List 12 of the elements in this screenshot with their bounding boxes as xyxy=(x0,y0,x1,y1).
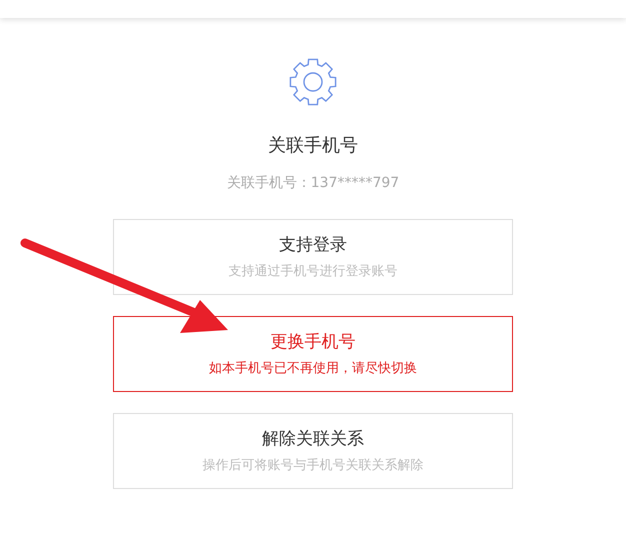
gear-icon xyxy=(287,56,339,108)
option-title: 支持登录 xyxy=(279,234,347,256)
phone-number-label: 关联手机号：137*****797 xyxy=(226,174,400,193)
page-title: 关联手机号 xyxy=(268,134,358,158)
option-card[interactable]: 支持登录 支持通过手机号进行登录账号 xyxy=(113,219,513,295)
option-title: 更换手机号 xyxy=(270,330,356,354)
option-description: 支持通过手机号进行登录账号 xyxy=(228,263,398,281)
option-card[interactable]: 更换手机号 如本手机号已不再使用，请尽快切换 xyxy=(113,316,513,392)
option-description: 如本手机号已不再使用，请尽快切换 xyxy=(209,360,417,378)
option-card[interactable]: 解除关联关系 操作后可将账号与手机号关联关系解除 xyxy=(113,413,513,489)
option-description: 操作后可将账号与手机号关联关系解除 xyxy=(202,457,424,475)
option-title: 解除关联关系 xyxy=(262,428,364,450)
